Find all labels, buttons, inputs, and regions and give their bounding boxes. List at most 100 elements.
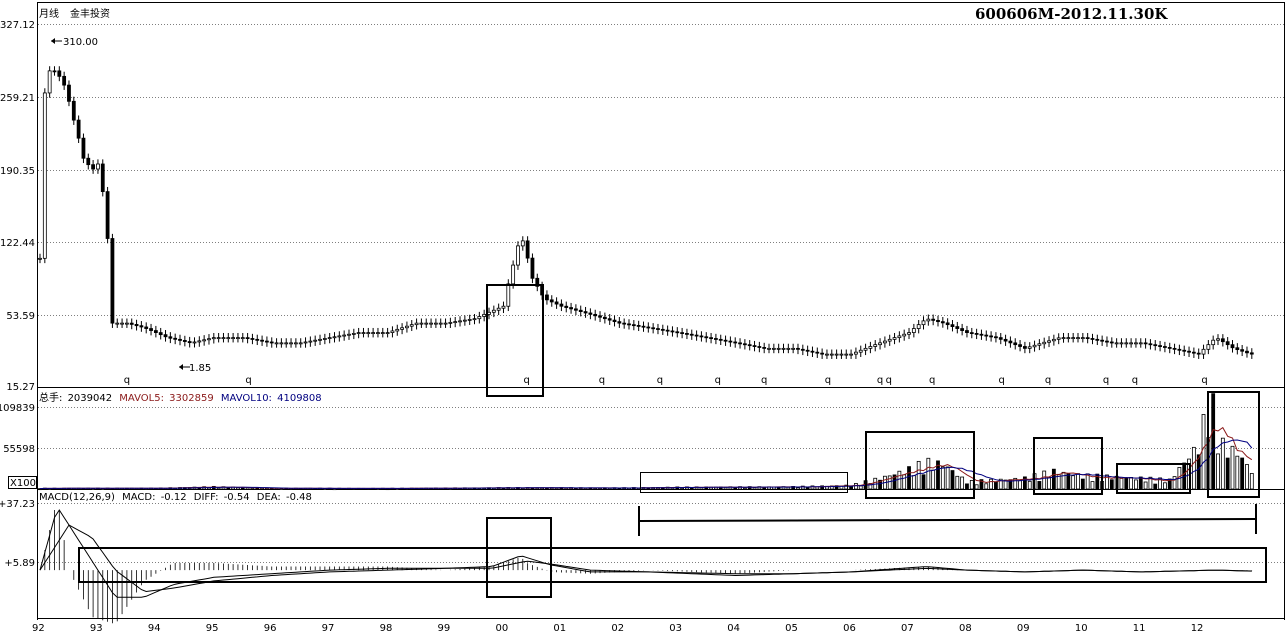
price-candle bbox=[1008, 340, 1013, 344]
price-candle bbox=[887, 338, 892, 342]
price-candle bbox=[554, 301, 559, 305]
price-candle bbox=[660, 328, 665, 331]
volume-bar bbox=[974, 484, 979, 490]
volume-bar bbox=[1235, 455, 1240, 490]
price-candle bbox=[820, 352, 825, 355]
price-candle bbox=[255, 338, 260, 341]
price-candle bbox=[57, 70, 62, 77]
price-candle bbox=[168, 336, 173, 339]
price-candle bbox=[882, 340, 887, 344]
price-candle bbox=[303, 341, 308, 344]
price-candle bbox=[1235, 347, 1240, 351]
price-candle bbox=[776, 347, 781, 350]
price-candle bbox=[675, 331, 680, 334]
price-candle bbox=[178, 338, 182, 341]
price-marker: q bbox=[825, 375, 831, 386]
x-tick-label: 96 bbox=[264, 623, 277, 634]
volume-bar bbox=[1211, 393, 1216, 490]
price-candle bbox=[226, 337, 231, 340]
volume-bar bbox=[926, 457, 931, 490]
price-candle bbox=[1182, 349, 1187, 352]
volume-bar bbox=[1051, 468, 1056, 490]
volume-bar bbox=[742, 487, 747, 490]
x-tick-label: 04 bbox=[727, 623, 740, 634]
price-candle bbox=[1047, 340, 1051, 343]
volume-bars bbox=[38, 393, 1254, 491]
price-candle bbox=[994, 336, 998, 339]
price-candle bbox=[405, 325, 409, 329]
price-candle bbox=[651, 327, 656, 330]
price-candle bbox=[829, 353, 834, 356]
volume-bar bbox=[564, 487, 569, 490]
price-candle bbox=[1177, 348, 1182, 351]
price-candle bbox=[71, 100, 76, 121]
volume-bar bbox=[1109, 479, 1114, 490]
price-candle bbox=[583, 311, 588, 314]
volume-bar bbox=[1138, 476, 1143, 490]
price-candle bbox=[202, 339, 207, 342]
price-candle bbox=[1187, 350, 1191, 353]
volume-bar bbox=[984, 483, 989, 490]
x-axis-labels: 92 93 94 95 96 97 98 99 00 01 02 03 04 05 06 07 08 09 10 11… bbox=[32, 623, 1203, 634]
price-candle bbox=[738, 342, 742, 345]
price-candle bbox=[289, 342, 293, 345]
volume-bar bbox=[907, 466, 911, 490]
price-candle bbox=[47, 70, 52, 94]
price-candle bbox=[1225, 341, 1230, 346]
price-candle bbox=[559, 303, 564, 307]
x-tick-label: 10 bbox=[1075, 623, 1088, 634]
price-candle bbox=[506, 283, 511, 307]
price-candle bbox=[612, 319, 617, 323]
volume-bar bbox=[916, 460, 921, 490]
price-candle bbox=[955, 326, 960, 329]
price-candle bbox=[371, 332, 376, 334]
price-y-ticks: 327.12 259.21 190.35 122.44 53.59 15.27 bbox=[0, 20, 35, 393]
price-tick: 259.21 bbox=[0, 93, 35, 104]
price-candle bbox=[1158, 345, 1162, 347]
volume-bar bbox=[849, 486, 853, 490]
price-candle bbox=[588, 312, 593, 315]
price-candle bbox=[1119, 342, 1124, 345]
price-candle bbox=[322, 338, 327, 340]
volume-bar bbox=[1143, 481, 1148, 490]
price-candle bbox=[670, 330, 675, 333]
price-candle bbox=[211, 337, 216, 340]
price-candle bbox=[366, 332, 371, 334]
panel-frames bbox=[37, 2, 1285, 620]
price-candle bbox=[110, 238, 115, 324]
price-candle bbox=[1066, 337, 1071, 340]
price-candle bbox=[197, 340, 202, 343]
price-candle bbox=[825, 353, 829, 356]
volume-bar bbox=[897, 470, 902, 490]
price-candle bbox=[1220, 338, 1225, 343]
price-candle bbox=[810, 350, 815, 353]
price-candle bbox=[892, 337, 897, 340]
price-candle bbox=[516, 245, 520, 266]
price-candle bbox=[1153, 344, 1158, 347]
price-marker: q bbox=[761, 375, 767, 386]
price-candle bbox=[1216, 338, 1220, 341]
price-candle bbox=[1090, 338, 1095, 340]
price-candle bbox=[511, 264, 516, 285]
price-tick: 53.59 bbox=[6, 311, 35, 322]
price-marker: q bbox=[886, 375, 892, 386]
price-candle bbox=[1056, 337, 1061, 340]
price-candle bbox=[916, 324, 921, 329]
price-candle bbox=[153, 330, 158, 333]
volume-bar bbox=[1037, 481, 1042, 490]
volume-bar bbox=[1230, 445, 1235, 490]
price-tick: 122.44 bbox=[0, 238, 35, 249]
x-tick-label: 05 bbox=[785, 623, 798, 634]
price-candle bbox=[245, 337, 250, 340]
price-candle bbox=[274, 342, 279, 345]
mavol5-value: 3302859 bbox=[169, 393, 214, 404]
price-candle bbox=[192, 341, 197, 344]
price-candle bbox=[419, 322, 424, 325]
price-marker: q bbox=[523, 375, 529, 386]
price-candle bbox=[520, 240, 525, 247]
price-candle bbox=[342, 334, 347, 337]
price-candle bbox=[120, 322, 124, 325]
volume-bar bbox=[689, 487, 694, 490]
price-candle bbox=[115, 322, 120, 325]
macd-tick: +5.89 bbox=[4, 558, 35, 569]
